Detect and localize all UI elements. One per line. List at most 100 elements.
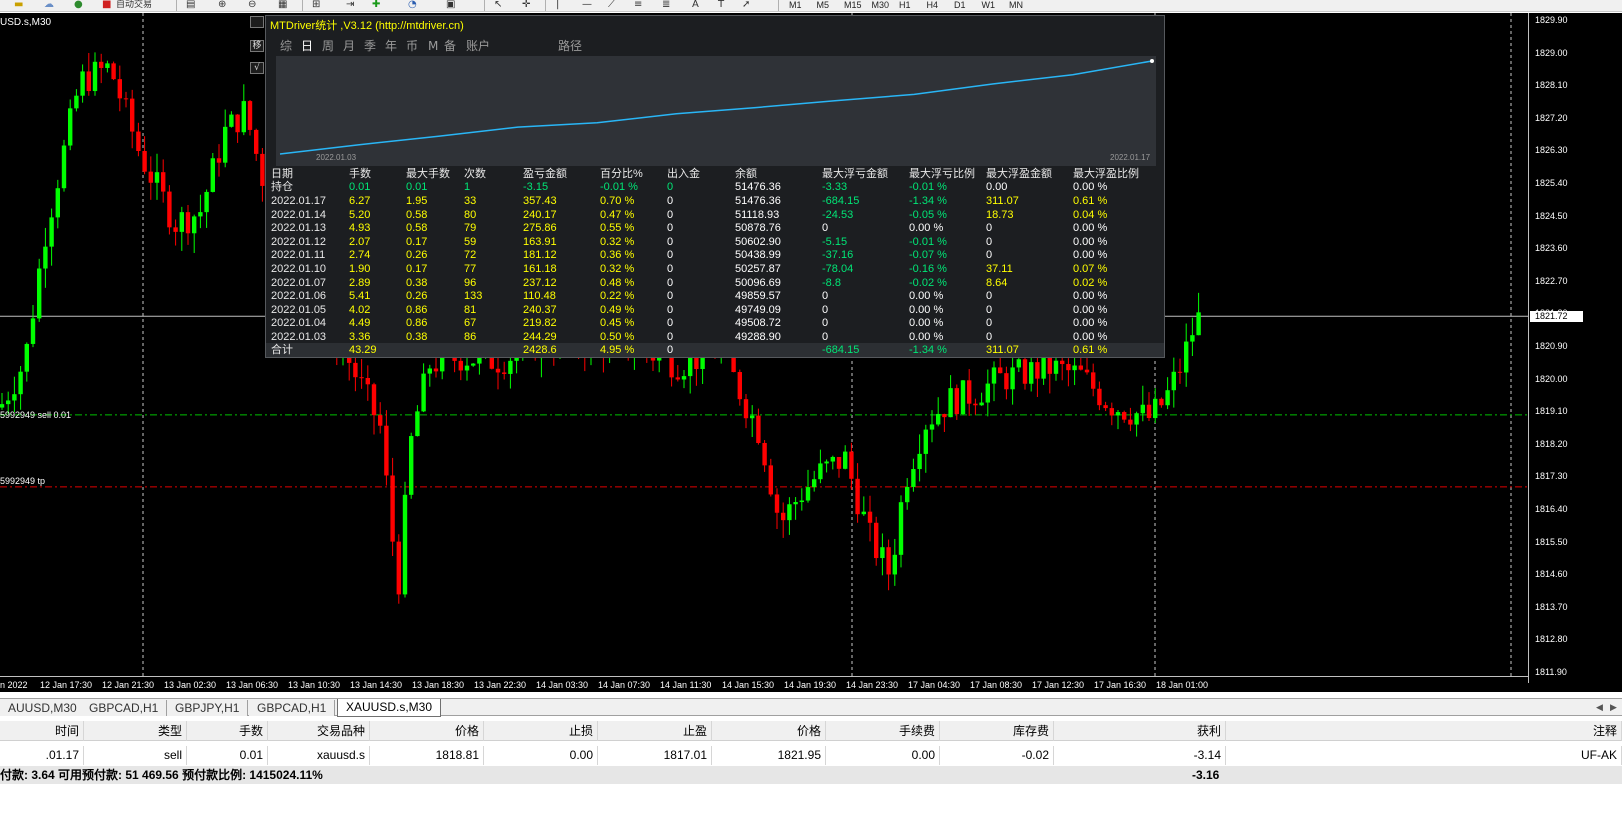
candle-body [260, 153, 265, 186]
chart-tab[interactable]: GBPJPY,H1 [167, 700, 249, 716]
stats-cell: 51118.93 [735, 208, 780, 221]
new-chart-icon[interactable]: ▤ [186, 0, 195, 10]
stats-cell: 50257.87 [735, 263, 781, 275]
stats-column-header: 最大浮亏比例 [909, 168, 975, 180]
vertical-line-icon[interactable]: | [556, 0, 559, 10]
timeframe-d1[interactable]: D1 [954, 0, 966, 11]
terminal-column-header[interactable]: 获利 [1054, 721, 1226, 741]
terminal-column-header[interactable]: 注释 [1226, 721, 1622, 741]
stats-tab-7[interactable]: M [428, 39, 438, 53]
candle-body [979, 402, 984, 406]
time-tick-label: 13 Jan 18:30 [412, 680, 465, 690]
timeframe-m1[interactable]: M1 [789, 0, 802, 11]
stats-cell: 0.22 % [600, 290, 635, 303]
timeframe-mn[interactable]: MN [1009, 0, 1023, 11]
arrows-icon[interactable]: ➚ [742, 0, 750, 10]
timeframe-m15[interactable]: M15 [844, 0, 862, 11]
terminal-column-header[interactable]: 交易品种 [268, 721, 370, 741]
terminal-column-header[interactable]: 价格 [712, 721, 826, 741]
fibo-icon[interactable]: ≣ [662, 0, 670, 10]
cloud-icon[interactable]: ☁ [44, 0, 54, 10]
trendline-icon[interactable]: ⟋ [608, 0, 615, 10]
tile-icon[interactable]: ▦ [278, 0, 287, 10]
stats-tab-2[interactable]: 周 [322, 39, 334, 53]
stats-cell: 0.38 [406, 331, 428, 343]
terminal-column-header[interactable]: 止损 [484, 721, 598, 741]
price-tick-label: 1829.90 [1535, 15, 1568, 25]
stats-column-header: 最大浮盈比例 [1073, 168, 1139, 180]
terminal-column-header[interactable]: 库存费 [940, 721, 1054, 741]
timeframe-m30[interactable]: M30 [872, 0, 890, 11]
stats-tab-8[interactable]: 备 [444, 39, 456, 53]
stats-side-button-2[interactable]: √ [250, 62, 264, 74]
terminal-column-header[interactable]: 手数 [187, 721, 268, 741]
table-row[interactable]: .01.17 18:09:47sell0.01xauusd.s1818.810.… [0, 746, 1622, 781]
add-indicator-icon[interactable]: ✚ [372, 0, 380, 10]
cursor-icon[interactable]: ↖ [494, 0, 502, 10]
timeframe-m5[interactable]: M5 [817, 0, 830, 11]
candle-body [936, 413, 941, 425]
stats-cell: 0.26 [406, 290, 428, 303]
stats-tab-6[interactable]: 币 [406, 39, 418, 53]
mtdriver-stats-panel: MTDriver统计 ,V3.12 (http://mtdriver.cn) 综… [265, 15, 1165, 358]
stats-side-button-1[interactable]: 移 [250, 40, 264, 52]
timeframe-w1[interactable]: W1 [982, 0, 996, 11]
candle-body [43, 246, 48, 269]
auto-trade-label[interactable]: 自动交易 [116, 0, 152, 10]
terminal-column-header[interactable]: 手续费 [826, 721, 940, 741]
candle-body [1004, 373, 1009, 390]
stats-tab-1[interactable]: 日 [301, 39, 313, 53]
timeframe-h4[interactable]: H4 [927, 0, 939, 11]
autoscroll-icon[interactable]: ⇥ [346, 0, 354, 10]
price-tick-label: 1824.50 [1535, 210, 1568, 221]
terminal-column-header[interactable]: 类型 [84, 721, 187, 741]
stats-tab-3[interactable]: 月 [343, 39, 355, 53]
stats-cell: 0 [822, 222, 829, 235]
candle-body [774, 494, 780, 513]
zoom-in-icon[interactable]: ⊕ [218, 0, 226, 10]
candle-body [681, 376, 687, 380]
stats-side-button-0[interactable] [250, 16, 264, 28]
time-tick-label: 17 Jan 12:30 [1032, 680, 1085, 690]
stats-tab-5[interactable]: 年 [385, 39, 397, 53]
price-tick-label: 1818.20 [1535, 438, 1568, 449]
curve-end-date: 2022.01.17 [1110, 153, 1151, 162]
folder-icon[interactable]: ▬ [14, 0, 23, 10]
stats-cell: 79 [464, 222, 477, 235]
crosshair-icon[interactable]: ✛ [522, 0, 530, 10]
chart-shift-icon[interactable]: ⊞ [312, 0, 320, 10]
time-tick-label: 14 Jan 19:30 [784, 680, 837, 690]
stats-tab-0[interactable]: 综 [280, 39, 292, 53]
timeframe-h1[interactable]: H1 [899, 0, 911, 11]
candle-body [179, 212, 184, 232]
zoom-out-icon[interactable]: ⊖ [248, 0, 256, 10]
stats-tab-9[interactable]: 账户 [466, 39, 490, 53]
stats-column-header: 最大浮亏金额 [822, 168, 888, 180]
candle-body [812, 479, 817, 488]
candle-body [799, 500, 804, 503]
time-axis[interactable]: n 2022 12 Jan 17:30 12 Jan 21:30 13 Jan 02:… [0, 676, 1528, 692]
label-icon[interactable]: T [718, 0, 724, 10]
stats-tab-10[interactable]: 路径 [558, 39, 582, 53]
stats-cell: 49859.57 [735, 290, 781, 303]
stats-tab-4[interactable]: 季 [364, 39, 376, 53]
templates-icon[interactable]: ▣ [446, 0, 455, 10]
autotrade-icon[interactable]: ■ [102, 0, 111, 10]
text-icon[interactable]: A [692, 0, 699, 10]
tab-left-arrow-icon[interactable]: ◀ [1596, 700, 1603, 716]
periods-icon[interactable]: ◔ [408, 0, 417, 10]
chart-tab[interactable]: GBPCAD,H1 [249, 700, 336, 716]
tab-right-arrow-icon[interactable]: ▶ [1610, 700, 1617, 716]
globe-icon[interactable]: ● [74, 0, 83, 10]
price-axis[interactable]: 1829.90 1829.00 1828.10 1827.20 1826.30 1825.… [1528, 13, 1583, 683]
terminal-column-header[interactable]: 止盈 [598, 721, 712, 741]
horizontal-line-icon[interactable]: — [582, 0, 592, 10]
chart-tab[interactable]: XAUUSD.s,M30 [337, 699, 442, 717]
terminal-column-header[interactable]: 价格 [370, 721, 484, 741]
chart-tab[interactable]: AUUSD,M30 [0, 700, 86, 716]
channel-icon[interactable]: ≡ [634, 0, 642, 10]
terminal-column-header[interactable]: 时间 [0, 721, 84, 741]
chart-tab[interactable]: GBPCAD,H1 [81, 700, 168, 716]
candle-body [1066, 364, 1071, 371]
equity-curve-svg [279, 59, 1154, 155]
